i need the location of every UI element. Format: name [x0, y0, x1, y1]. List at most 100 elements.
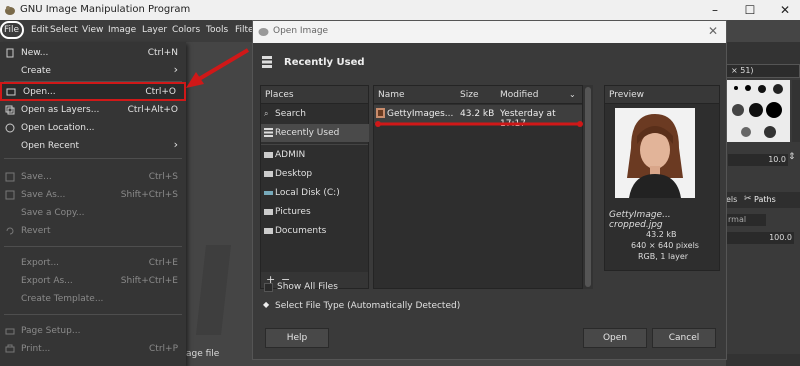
column-size[interactable]: Size	[460, 90, 478, 100]
tab-paths[interactable]: Paths	[754, 195, 776, 204]
app-title-bar: GNU Image Manipulation Program – ☐ ✕	[0, 0, 800, 20]
menu-item-save[interactable]: Save... Ctrl+S	[0, 168, 186, 186]
menu-item-label: New...	[21, 48, 49, 58]
menu-file[interactable]: File	[4, 25, 19, 35]
menu-item-revert[interactable]: Revert	[0, 222, 186, 240]
help-button[interactable]: Help	[265, 328, 329, 348]
scrollbar-thumb[interactable]	[585, 87, 591, 287]
opacity-field[interactable]: 100.0	[726, 232, 794, 244]
place-label: Desktop	[275, 169, 313, 179]
file-list-scrollbar[interactable]	[583, 85, 593, 289]
menu-item-open[interactable]: Open... Ctrl+O	[0, 82, 186, 101]
menu-item-print[interactable]: Print... Ctrl+P	[0, 340, 186, 358]
places-panel: Places ⌕ Search Recently Used ADMIN Desk…	[260, 85, 369, 289]
menu-item-create[interactable]: Create ›	[0, 62, 186, 80]
tab-channels[interactable]: els	[726, 195, 737, 204]
folder-icon	[264, 209, 273, 215]
image-file-icon	[376, 108, 385, 118]
preview-thumbnail-portrait-icon	[615, 108, 695, 198]
menu-item-label: Save As...	[21, 190, 66, 200]
column-name[interactable]: Name	[378, 90, 405, 100]
preview-mode: RGB, 1 layer	[638, 252, 689, 261]
menu-item-export-as[interactable]: Export As... Shift+Ctrl+E	[0, 272, 186, 290]
menu-item-label: Export...	[21, 258, 60, 268]
menu-image[interactable]: Image	[108, 25, 136, 35]
expander-icon[interactable]: ◆	[263, 300, 269, 309]
right-dock: × 51) 10.0 ⇕ els ✂ Paths rmal 100.0	[726, 42, 800, 366]
spacing-stepper-icon[interactable]: ⇕	[788, 152, 796, 162]
menu-item-save-copy[interactable]: Save a Copy...	[0, 204, 186, 222]
spacing-field[interactable]: 10.0	[728, 154, 788, 166]
menu-item-new[interactable]: New... Ctrl+N	[0, 44, 186, 62]
app-title: GNU Image Manipulation Program	[20, 4, 191, 15]
brush-scrollbar[interactable]	[792, 80, 800, 142]
dialog-title-bar: Open Image ✕	[253, 21, 726, 43]
places-divider	[261, 144, 368, 145]
show-all-files-checkbox[interactable]	[264, 283, 273, 292]
dock-tab-bar	[726, 42, 800, 64]
red-underline-annotation-icon	[375, 121, 583, 127]
place-pictures[interactable]: Pictures	[261, 203, 369, 221]
file-list-panel: Name Size Modified ⌄ GettyImages... 43.2…	[373, 85, 583, 289]
menu-colors[interactable]: Colors	[172, 25, 200, 35]
menu-item-accel: Shift+Ctrl+S	[120, 190, 178, 200]
menu-item-accel: Shift+Ctrl+E	[120, 276, 178, 286]
menu-edit[interactable]: Edit	[31, 25, 48, 35]
preview-panel: Preview GettyImage... cropped.jpg 43.2 k…	[604, 85, 720, 271]
place-label: Recently Used	[275, 128, 340, 138]
red-arrow-annotation-icon	[186, 48, 250, 88]
menu-tools[interactable]: Tools	[206, 25, 228, 35]
menu-item-label: Open Recent	[21, 141, 80, 151]
file-name: GettyImages...	[387, 109, 454, 119]
menu-item-open-recent[interactable]: Open Recent ›	[0, 137, 186, 155]
chevron-right-icon: ›	[173, 63, 178, 76]
place-label: Documents	[275, 226, 327, 236]
menu-item-label: Save a Copy...	[21, 208, 85, 218]
recent-stack-icon	[264, 128, 273, 137]
open-button[interactable]: Open	[583, 328, 647, 348]
menu-item-create-template[interactable]: Create Template...	[0, 290, 186, 308]
brush-selector[interactable]: × 51)	[726, 64, 800, 78]
places-header-label: Places	[265, 90, 294, 100]
cancel-button[interactable]: Cancel	[652, 328, 716, 348]
place-recently-used[interactable]: Recently Used	[261, 124, 369, 142]
save-as-icon	[5, 190, 15, 200]
brush-preview-icon	[732, 84, 783, 138]
menu-item-label: Revert	[21, 226, 51, 236]
menu-item-open-location[interactable]: Open Location...	[0, 119, 186, 137]
file-size: 43.2 kB	[460, 109, 495, 119]
menu-item-page-setup[interactable]: Page Setup...	[0, 322, 186, 340]
minimize-button[interactable]: –	[705, 2, 725, 18]
menu-layer[interactable]: Layer	[142, 25, 167, 35]
dialog-close-icon[interactable]: ✕	[708, 24, 718, 38]
printer-icon	[5, 344, 15, 353]
canvas-hint-text: age file	[186, 349, 220, 359]
place-documents[interactable]: Documents	[261, 222, 369, 240]
preview-header-label: Preview	[609, 90, 645, 100]
column-modified[interactable]: Modified	[500, 90, 538, 100]
chevron-right-icon: ›	[173, 138, 178, 151]
menu-item-save-as[interactable]: Save As... Shift+Ctrl+S	[0, 186, 186, 204]
place-search[interactable]: ⌕ Search	[261, 105, 369, 123]
maximize-button[interactable]: ☐	[740, 2, 760, 18]
brush-grid[interactable]	[726, 80, 790, 142]
menu-item-export[interactable]: Export... Ctrl+E	[0, 254, 186, 272]
globe-icon	[5, 123, 15, 133]
menu-item-accel: Ctrl+S	[148, 172, 178, 182]
sort-chevron-icon[interactable]: ⌄	[569, 90, 576, 99]
place-local-disk[interactable]: Local Disk (C:)	[261, 184, 369, 202]
select-file-type-label[interactable]: Select File Type (Automatically Detected…	[275, 301, 460, 311]
menu-filters[interactable]: Filte	[235, 25, 254, 35]
close-window-button[interactable]: ✕	[775, 2, 795, 18]
menu-select[interactable]: Select	[50, 25, 78, 35]
folder-icon	[264, 228, 273, 234]
menu-item-open-as-layers[interactable]: Open as Layers... Ctrl+Alt+O	[0, 101, 186, 119]
menu-item-label: Save...	[21, 172, 52, 182]
place-admin[interactable]: ADMIN	[261, 146, 369, 164]
menu-divider	[4, 246, 182, 247]
open-image-icon	[6, 88, 16, 96]
place-desktop[interactable]: Desktop	[261, 165, 369, 183]
menu-view[interactable]: View	[82, 25, 103, 35]
folder-icon	[264, 152, 273, 158]
mode-dropdown[interactable]: rmal	[726, 214, 766, 226]
